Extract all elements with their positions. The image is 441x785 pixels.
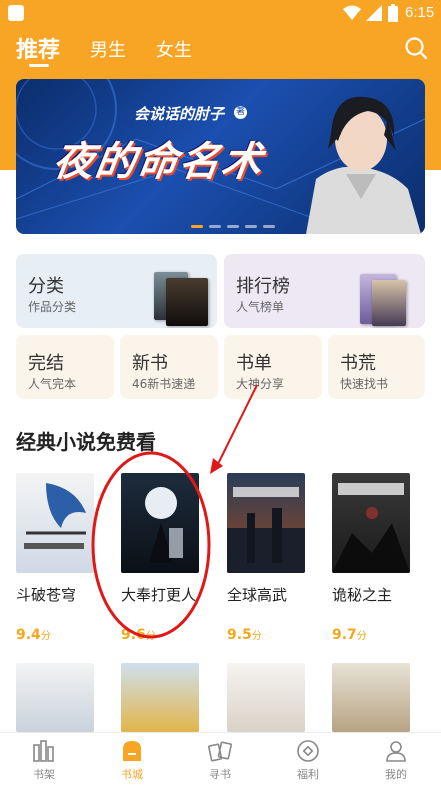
nav-bookshelf[interactable]: 书架 [14, 733, 74, 785]
book-cover-art [24, 483, 86, 549]
book-famine-title: 书荒 [340, 353, 376, 374]
find-book-icon [208, 741, 232, 762]
score-unit: 分 [251, 631, 262, 642]
ranking-subtitle: 人气榜单 [236, 300, 285, 314]
banner-title: 夜的命名术 [50, 139, 267, 185]
nav-welfare[interactable]: 福利 [278, 733, 338, 785]
nav-bookstore[interactable]: 书城 [102, 733, 162, 785]
nav-find-book[interactable]: 寻书 [190, 733, 250, 785]
booklist-title: 书单 [236, 353, 272, 374]
new-books-card[interactable]: 新书 46新书速递 [120, 335, 218, 399]
score-value: 9.6 [121, 627, 146, 643]
new-books-title: 新书 [132, 353, 168, 374]
nav-label: 我的 [385, 768, 407, 781]
book-cover-thumbnail [372, 280, 406, 326]
app-notification-icon [8, 5, 24, 21]
bookstore-icon [123, 741, 141, 761]
book-cover-art [332, 483, 410, 573]
finished-card[interactable]: 完结 人气完本 [16, 335, 114, 399]
score-unit: 分 [145, 631, 156, 642]
book-cover[interactable] [16, 473, 94, 573]
section-title: 经典小说免费看 [16, 430, 156, 454]
book-title[interactable]: 斗破苍穹 [16, 584, 76, 605]
battery-icon [388, 4, 398, 22]
book-score: 9.5分 [227, 627, 262, 643]
score-value: 9.4 [16, 627, 41, 643]
score-value: 9.7 [332, 627, 357, 643]
booklist-card[interactable]: 书单 大神分享 [224, 335, 322, 399]
nav-label: 书城 [121, 768, 143, 781]
book-cover[interactable] [227, 663, 305, 732]
page-dot-active [191, 225, 203, 228]
clock: 6:15 [405, 4, 435, 21]
status-bar: 6:15 [0, 0, 441, 26]
ranking-title: 排行榜 [236, 276, 290, 297]
wifi-icon [343, 5, 361, 20]
nav-profile[interactable]: 我的 [366, 733, 426, 785]
banner-author: 会说话的肘子 [134, 105, 225, 123]
book-cover[interactable] [121, 473, 199, 573]
nav-label: 书架 [33, 768, 55, 781]
page-dot [263, 225, 275, 228]
book-famine-subtitle: 快速找书 [340, 377, 389, 391]
book-title[interactable]: 大奉打更人 [121, 584, 196, 605]
tab-recommend[interactable]: 推荐 [16, 32, 60, 64]
book-cover-art [145, 487, 183, 563]
welfare-icon [297, 740, 319, 762]
profile-icon [386, 741, 406, 762]
book-cover[interactable] [16, 663, 94, 732]
nav-label: 福利 [297, 768, 319, 781]
page-dot [245, 225, 257, 228]
book-cover[interactable] [121, 663, 199, 732]
book-famine-card[interactable]: 书荒 快速找书 [328, 335, 425, 399]
book-title[interactable]: 全球高武 [227, 584, 287, 605]
book-cover-art [227, 487, 305, 573]
score-unit: 分 [40, 631, 51, 642]
book-cover[interactable] [332, 473, 410, 573]
page-dot [209, 225, 221, 228]
bookshelf-icon [33, 740, 54, 762]
ranking-card[interactable]: 排行榜 人气榜单 [224, 254, 425, 328]
book-cover[interactable] [227, 473, 305, 573]
category-subtitle: 作品分类 [28, 300, 77, 314]
bottom-navigation: 书架 书城 寻书 福利 我的 [0, 732, 441, 785]
active-tab-indicator [29, 64, 49, 67]
category-title: 分类 [28, 276, 64, 297]
book-title[interactable]: 诡秘之主 [332, 584, 392, 605]
book-cover[interactable] [332, 663, 410, 732]
tab-male[interactable]: 男生 [90, 36, 126, 62]
tab-female[interactable]: 女生 [156, 36, 192, 62]
finished-subtitle: 人气完本 [28, 377, 77, 391]
book-score: 9.6分 [121, 627, 156, 643]
score-value: 9.5 [227, 627, 252, 643]
score-unit: 分 [356, 631, 367, 642]
page-dot [227, 225, 239, 228]
category-card[interactable]: 分类 作品分类 [16, 254, 217, 328]
nav-label: 寻书 [209, 768, 231, 781]
finished-title: 完结 [28, 353, 64, 374]
new-books-subtitle: 46新书速递 [132, 377, 196, 391]
promo-banner[interactable]: 会说话的肘子 著 夜的命名术 [16, 79, 425, 234]
banner-badge: 著 [234, 106, 247, 119]
book-score: 9.4分 [16, 627, 51, 643]
booklist-subtitle: 大神分享 [236, 377, 285, 391]
book-score: 9.7分 [332, 627, 367, 643]
search-icon[interactable] [404, 36, 428, 60]
book-cover-thumbnail [166, 278, 208, 326]
signal-icon [366, 5, 382, 21]
